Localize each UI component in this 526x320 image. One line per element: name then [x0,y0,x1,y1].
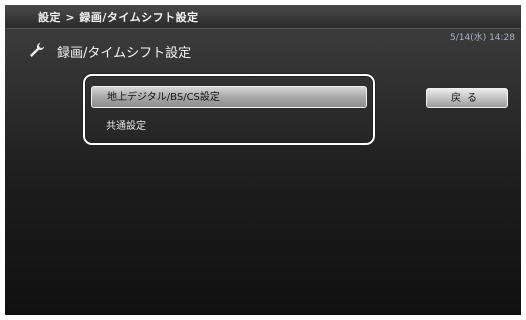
breadcrumb: 設定 > 録画/タイムシフト設定 [38,11,199,24]
menu-item-terrestrial-bs-cs[interactable]: 地上デジタル/BS/CS設定 [91,86,367,108]
date-time-display: 5/14(水) 14:28 [449,33,515,43]
wrench-icon [29,42,45,58]
back-button[interactable]: 戻る [426,88,508,108]
page-title: 録画/タイムシフト設定 [57,46,192,61]
tv-settings-screen: 設定 > 録画/タイムシフト設定 5/14(水) 14:28 録画/タイムシフト… [5,5,521,315]
settings-menu: 地上デジタル/BS/CS設定 共通設定 [83,74,375,145]
menu-item-common-settings[interactable]: 共通設定 [91,116,367,138]
breadcrumb-bar: 設定 > 録画/タイムシフト設定 [5,5,521,29]
